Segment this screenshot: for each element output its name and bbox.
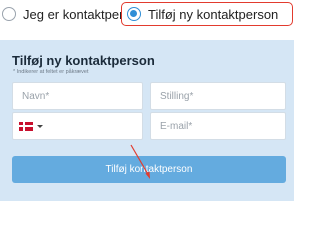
panel-title: Tilføj ny kontaktperson [12, 53, 155, 68]
phone-input[interactable] [12, 112, 143, 140]
new-contact-panel: Tilføj ny kontaktperson * Indikerer at f… [0, 40, 294, 201]
job-title-input[interactable]: Stilling* [150, 82, 286, 110]
required-note: * Indikerer at feltet er påkrævet [13, 69, 89, 75]
name-placeholder: Navn* [22, 90, 50, 102]
caret-down-icon[interactable] [37, 124, 43, 128]
radio-option-new-contact[interactable]: Tilføj ny kontaktperson [121, 2, 293, 26]
email-input[interactable]: E-mail* [150, 112, 286, 140]
denmark-flag-icon[interactable] [19, 121, 33, 131]
radio-unchecked-icon[interactable] [2, 7, 16, 21]
name-input[interactable]: Navn* [12, 82, 143, 110]
email-placeholder: E-mail* [160, 120, 193, 132]
add-contact-button[interactable]: Tilføj kontaktperson [12, 156, 286, 183]
radio-label-new-contact: Tilføj ny kontaktperson [148, 6, 279, 22]
job-title-placeholder: Stilling* [160, 90, 194, 102]
contact-radio-group: Jeg er kontaktperson Tilføj ny kontaktpe… [0, 0, 300, 30]
radio-checked-icon[interactable] [127, 7, 141, 21]
